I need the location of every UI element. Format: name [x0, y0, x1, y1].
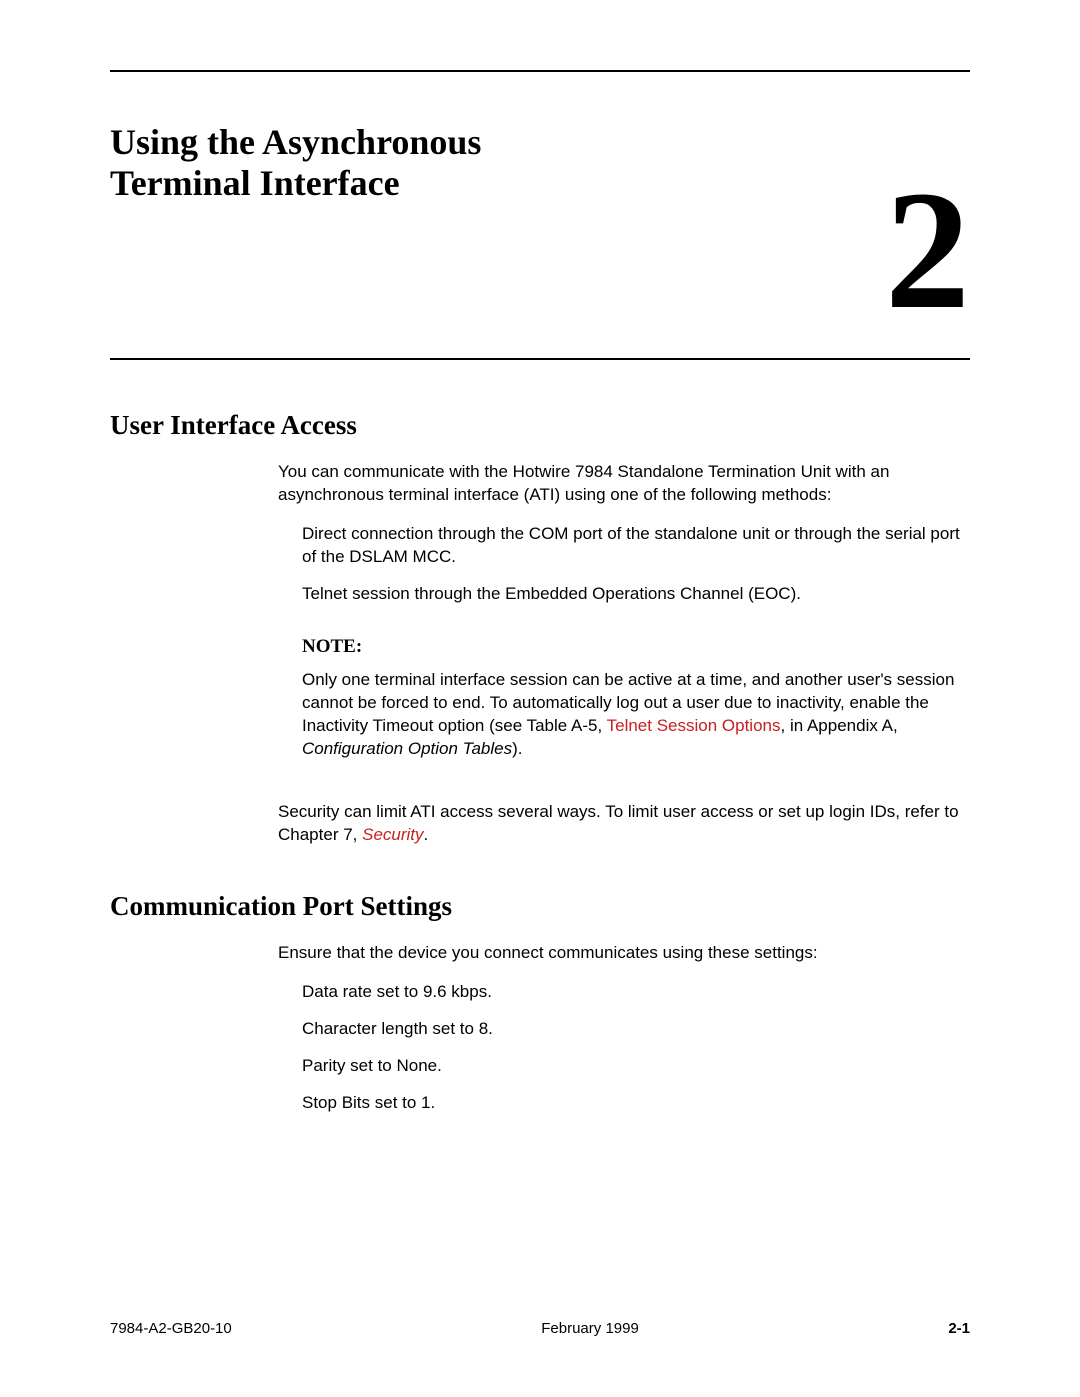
mid-rule: [110, 358, 970, 360]
section-heading-user-interface-access: User Interface Access: [110, 410, 970, 441]
chapter-header: Using the Asynchronous Terminal Interfac…: [110, 122, 970, 318]
section1-intro: You can communicate with the Hotwire 798…: [278, 461, 970, 507]
footer-doc-id: 7984-A2-GB20-10: [110, 1320, 232, 1337]
security-text-post: .: [424, 825, 429, 844]
note-text-post: ).: [512, 739, 522, 758]
section2-body: Ensure that the device you connect commu…: [278, 942, 970, 1115]
list-item: Character length set to 8.: [302, 1018, 970, 1041]
section1-list: Direct connection through the COM port o…: [278, 523, 970, 606]
section1-body: You can communicate with the Hotwire 798…: [278, 461, 970, 847]
footer-page-number: 2-1: [948, 1320, 970, 1337]
section-heading-communication-port-settings: Communication Port Settings: [110, 891, 970, 922]
note-body: Only one terminal interface session can …: [278, 669, 970, 761]
list-item: Stop Bits set to 1.: [302, 1092, 970, 1115]
section2-intro: Ensure that the device you connect commu…: [278, 942, 970, 965]
link-security[interactable]: Security: [362, 825, 423, 844]
note-italic: Configuration Option Tables: [302, 739, 512, 758]
list-item: Telnet session through the Embedded Oper…: [302, 583, 970, 606]
chapter-number: 2: [885, 182, 970, 318]
security-paragraph: Security can limit ATI access several wa…: [278, 801, 970, 847]
note-text-mid: , in Appendix A,: [781, 716, 898, 735]
list-item: Parity set to None.: [302, 1055, 970, 1078]
top-rule: [110, 70, 970, 72]
link-telnet-session-options[interactable]: Telnet Session Options: [607, 716, 781, 735]
list-item: Data rate set to 9.6 kbps.: [302, 981, 970, 1004]
section2-list: Data rate set to 9.6 kbps. Character len…: [278, 981, 970, 1115]
page-footer: 7984-A2-GB20-10 February 1999 2-1: [110, 1320, 970, 1337]
page: Using the Asynchronous Terminal Interfac…: [0, 0, 1080, 1397]
list-item: Direct connection through the COM port o…: [302, 523, 970, 569]
footer-date: February 1999: [232, 1320, 949, 1337]
chapter-title: Using the Asynchronous Terminal Interfac…: [110, 122, 610, 205]
note-heading: NOTE:: [302, 634, 970, 660]
